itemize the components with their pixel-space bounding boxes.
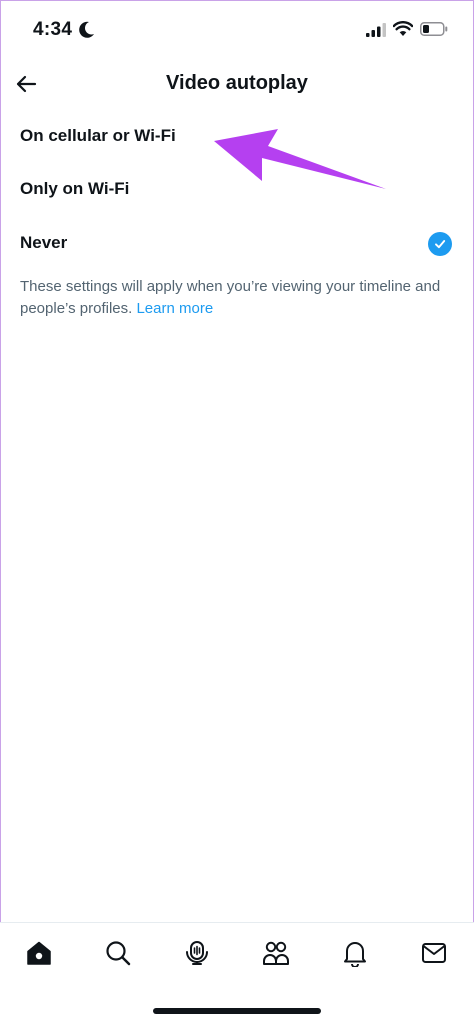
moon-icon — [79, 21, 94, 38]
communities-icon — [263, 941, 289, 965]
option-label: Never — [20, 233, 68, 252]
learn-more-link[interactable]: Learn more — [136, 300, 213, 317]
tab-messages[interactable] — [414, 937, 454, 969]
nav-header: Video autoplay — [0, 58, 474, 112]
tab-search[interactable] — [98, 937, 138, 969]
page-title: Video autoplay — [166, 72, 308, 94]
checkmark-icon — [428, 232, 452, 256]
home-indicator[interactable] — [153, 1008, 321, 1014]
annotation-arrow-icon — [214, 129, 386, 189]
home-icon — [27, 941, 51, 965]
cellular-signal-icon — [366, 23, 386, 37]
search-icon — [106, 941, 131, 966]
settings-note-text: These settings will apply when you’re vi… — [20, 278, 441, 317]
option-never[interactable]: Never — [0, 218, 474, 270]
status-bar: 4:34 — [0, 0, 474, 60]
tab-bar — [0, 922, 474, 1025]
spaces-icon — [186, 941, 208, 965]
option-label: On cellular or Wi-Fi — [20, 126, 176, 145]
settings-note: These settings will apply when you’re vi… — [20, 276, 460, 320]
notifications-icon — [344, 942, 366, 967]
tab-communities[interactable] — [256, 937, 296, 969]
option-label: Only on Wi-Fi — [20, 179, 130, 198]
wifi-icon — [393, 21, 413, 36]
tab-notifications[interactable] — [335, 937, 375, 969]
messages-icon — [422, 943, 446, 963]
status-time: 4:34 — [33, 19, 73, 40]
tab-spaces[interactable] — [177, 937, 217, 969]
tab-home[interactable] — [19, 937, 59, 969]
battery-icon — [420, 22, 448, 36]
